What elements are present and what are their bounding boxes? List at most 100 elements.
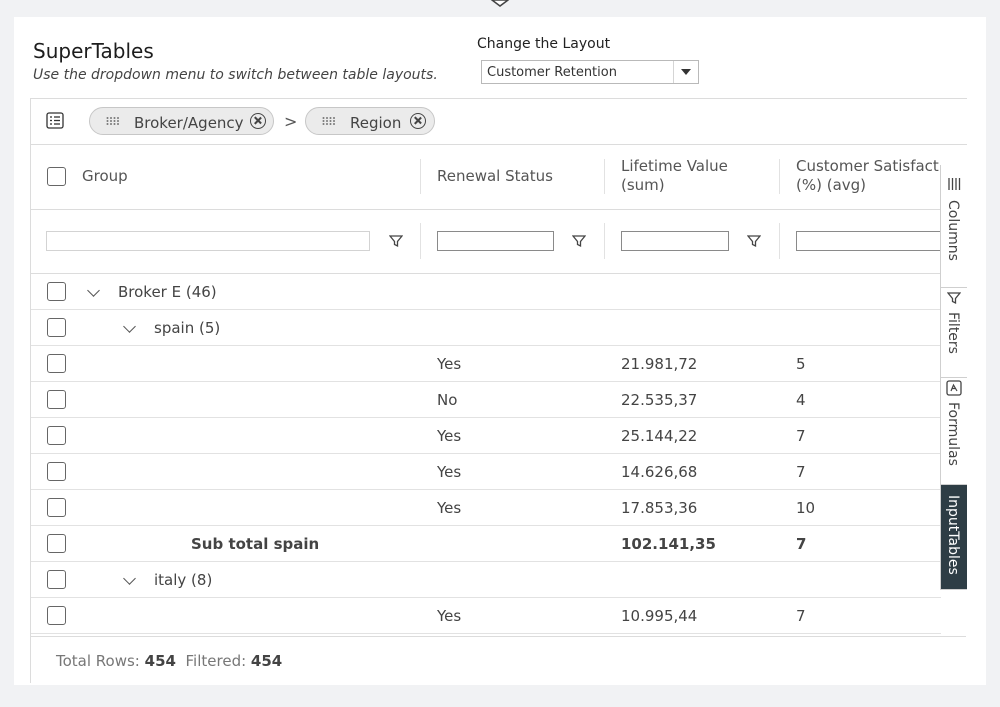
table-row-subtotal[interactable]: Sub total spain 102.141,35 7 — [31, 526, 941, 562]
satisfaction-cell: 7 — [796, 535, 807, 553]
remove-chip-icon[interactable] — [410, 113, 426, 129]
sidebar-tab-label: Filters — [945, 312, 961, 354]
column-divider[interactable] — [420, 159, 421, 194]
side-panel: Columns Filters Formulas InputTables — [940, 165, 967, 590]
table-row-group[interactable]: spain (5) — [31, 310, 941, 346]
filter-icon[interactable] — [572, 234, 586, 248]
group-chip-label: Broker/Agency — [134, 114, 244, 132]
drag-handle-icon[interactable] — [322, 116, 336, 126]
renewal-filter-input[interactable] — [437, 231, 554, 251]
sidebar-tab-label: Formulas — [945, 402, 961, 466]
table-row[interactable]: Yes 25.144,22 7 — [31, 418, 941, 454]
header-line: Customer Satisfact — [796, 157, 939, 175]
table-header: Group Renewal Status Lifetime Value (sum… — [31, 144, 941, 210]
sidebar-tab-inputtables[interactable]: InputTables — [941, 485, 967, 590]
row-checkbox[interactable] — [47, 498, 66, 517]
satisfaction-cell: 7 — [796, 463, 806, 481]
filtered-value: 454 — [250, 652, 283, 670]
header-line: (sum) — [621, 176, 665, 194]
group-filter-input[interactable] — [46, 231, 370, 251]
chevron-down-icon[interactable] — [123, 320, 136, 333]
layout-dropdown[interactable]: Customer Retention — [481, 60, 699, 84]
row-checkbox[interactable] — [47, 606, 66, 625]
chevron-down-icon[interactable] — [87, 284, 100, 297]
column-header-group[interactable]: Group — [82, 167, 128, 185]
column-header-renewal-status[interactable]: Renewal Status — [437, 167, 553, 185]
group-chip-region[interactable]: Region — [305, 107, 435, 135]
sidebar-tab-filters[interactable]: Filters — [941, 288, 967, 378]
table-row-group[interactable]: Broker E (46) — [31, 274, 941, 310]
lifetime-value-cell: 10.995,44 — [621, 607, 698, 625]
column-divider[interactable] — [604, 159, 605, 194]
row-checkbox[interactable] — [47, 318, 66, 337]
satisfaction-filter-input[interactable] — [796, 231, 946, 251]
row-checkbox[interactable] — [47, 390, 66, 409]
group-chip-label: Region — [350, 114, 402, 132]
table-row[interactable]: Yes 21.981,72 5 — [31, 346, 941, 382]
total-rows-value: 454 — [144, 652, 176, 670]
column-divider — [420, 223, 421, 259]
group-label: Broker E (46) — [118, 283, 217, 301]
satisfaction-cell: 7 — [796, 427, 806, 445]
column-divider — [779, 223, 780, 259]
row-checkbox[interactable] — [47, 570, 66, 589]
filtered-label: Filtered: — [185, 652, 247, 670]
lifetime-value-cell: 21.981,72 — [621, 355, 698, 373]
header-line: (%) (avg) — [796, 176, 867, 194]
layout-label: Change the Layout — [477, 36, 611, 52]
chevron-down-icon[interactable] — [673, 61, 698, 83]
row-checkbox[interactable] — [47, 534, 66, 553]
remove-chip-icon[interactable] — [250, 113, 266, 129]
header-line: Lifetime Value — [621, 157, 728, 175]
subtotal-label: Sub total spain — [191, 535, 320, 553]
sidebar-tab-label: Columns — [945, 200, 961, 261]
columns-icon — [948, 178, 961, 190]
row-checkbox[interactable] — [47, 354, 66, 373]
renewal-status-cell: Yes — [437, 427, 462, 445]
layout-dropdown-value: Customer Retention — [487, 65, 617, 80]
filter-icon — [947, 292, 961, 305]
column-header-lifetime-value[interactable]: Lifetime Value (sum) — [621, 157, 728, 195]
group-label: italy (8) — [154, 571, 213, 589]
group-chip-broker-agency[interactable]: Broker/Agency — [89, 107, 274, 135]
grouping-menu-icon[interactable] — [46, 112, 64, 129]
column-divider — [604, 223, 605, 259]
column-header-customer-satisfaction[interactable]: Customer Satisfact (%) (avg) — [796, 157, 939, 195]
filter-icon[interactable] — [747, 234, 761, 248]
drag-handle-icon[interactable] — [106, 116, 120, 126]
satisfaction-cell: 5 — [796, 355, 806, 373]
row-checkbox[interactable] — [47, 282, 66, 301]
filter-icon[interactable] — [389, 234, 403, 248]
row-checkbox[interactable] — [47, 426, 66, 445]
lifetime-value-filter-input[interactable] — [621, 231, 729, 251]
renewal-status-cell: No — [437, 391, 458, 409]
sidebar-tab-columns[interactable]: Columns — [941, 165, 967, 288]
table-row[interactable]: Yes 17.853,36 10 — [31, 490, 941, 526]
renewal-status-cell: Yes — [437, 355, 462, 373]
table-row[interactable]: Yes 14.626,68 7 — [31, 454, 941, 490]
lifetime-value-cell: 102.141,35 — [621, 535, 716, 553]
group-label: spain (5) — [154, 319, 221, 337]
app-title: SuperTables — [33, 39, 154, 63]
table-row[interactable]: Yes 10.995,44 7 — [31, 598, 941, 634]
chevron-down-icon[interactable] — [123, 572, 136, 585]
satisfaction-cell: 10 — [796, 499, 816, 517]
column-divider[interactable] — [779, 159, 780, 194]
app-subtitle: Use the dropdown menu to switch between … — [33, 67, 438, 83]
total-rows-label: Total Rows: — [56, 652, 140, 670]
super-table: Broker/Agency > Region Group Renewal Sta… — [30, 98, 967, 683]
renewal-status-cell: Yes — [437, 607, 462, 625]
sidebar-tab-formulas[interactable]: Formulas — [941, 378, 967, 485]
renewal-status-cell: Yes — [437, 499, 462, 517]
lifetime-value-cell: 25.144,22 — [621, 427, 698, 445]
lifetime-value-cell: 14.626,68 — [621, 463, 698, 481]
satisfaction-cell: 7 — [796, 607, 806, 625]
select-all-checkbox[interactable] — [47, 167, 66, 186]
table-footer: Total Rows: 454 Filtered: 454 — [30, 636, 966, 683]
row-checkbox[interactable] — [47, 462, 66, 481]
mouse-cursor-icon — [490, 0, 510, 7]
table-row-group[interactable]: italy (8) — [31, 562, 941, 598]
table-row[interactable]: No 22.535,37 4 — [31, 382, 941, 418]
satisfaction-cell: 4 — [796, 391, 806, 409]
group-by-bar: Broker/Agency > Region — [31, 99, 967, 145]
